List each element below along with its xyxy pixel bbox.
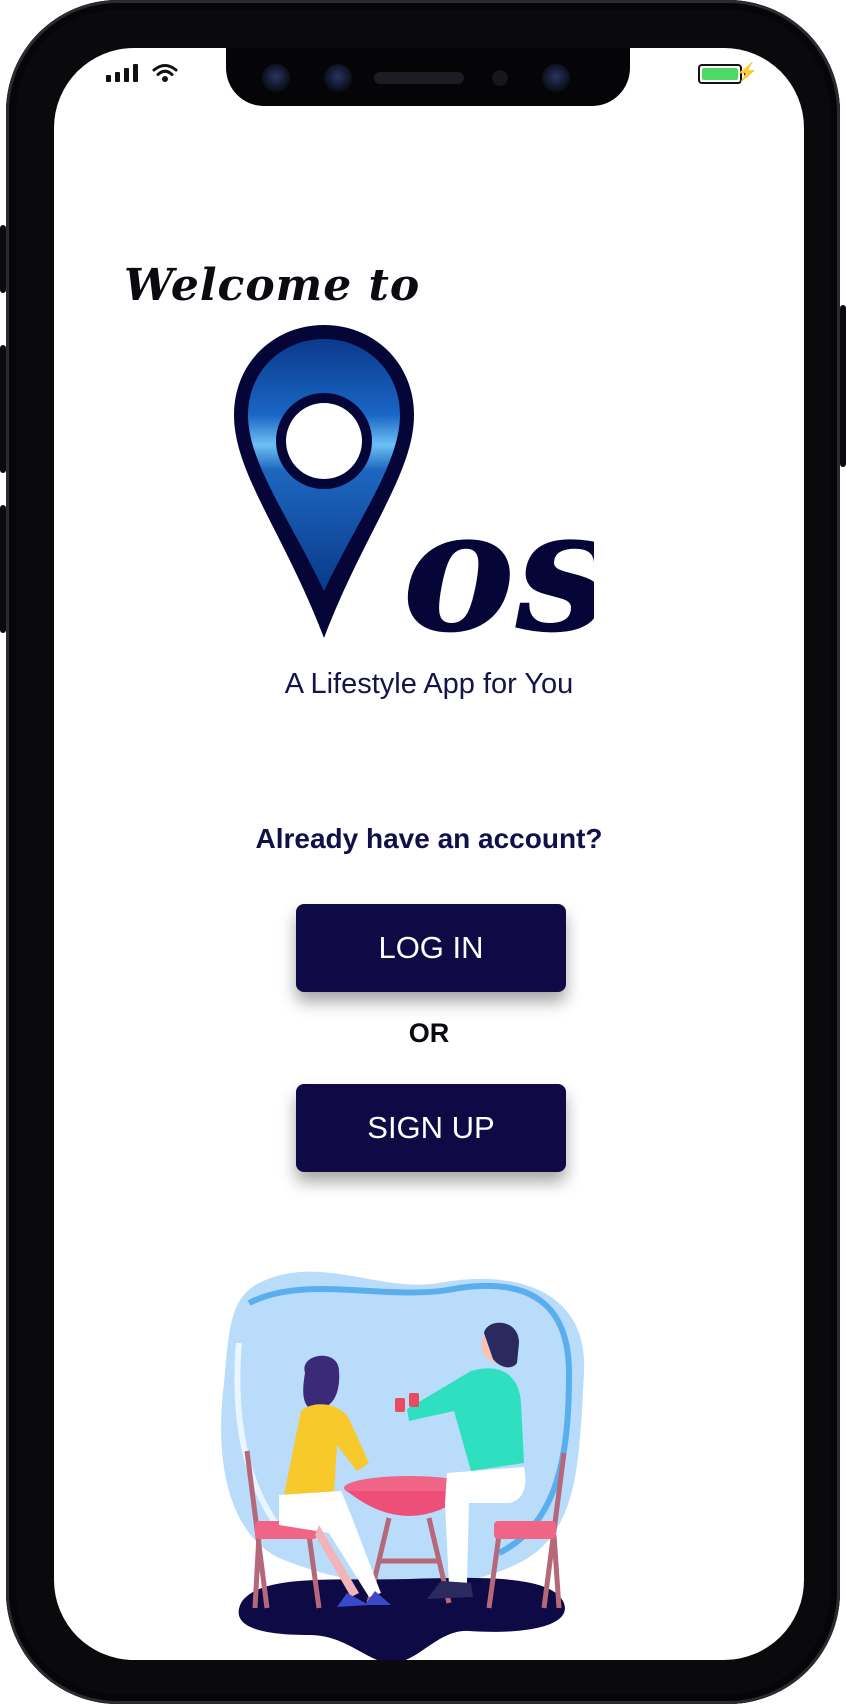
wifi-icon: [152, 64, 178, 82]
tagline: A Lifestyle App for You: [284, 668, 574, 700]
account-question: Already have an account?: [255, 823, 603, 854]
dining-couple-illustration: [221, 1271, 585, 1660]
app-logo: os: [234, 325, 594, 653]
volume-up-button: [0, 345, 6, 473]
or-separator: OR: [408, 1018, 450, 1048]
camera-lens: [542, 64, 570, 92]
camera-lens: [262, 64, 290, 92]
power-button: [840, 305, 846, 467]
map-pin-icon: [234, 325, 414, 638]
logo-text: os: [402, 471, 594, 653]
login-button[interactable]: LOG IN: [296, 904, 566, 992]
speaker-grille: [374, 72, 464, 84]
screen: ⚡ Welcome to os A Lifestyle App for You …: [54, 48, 804, 1660]
mute-switch: [0, 225, 6, 293]
volume-down-button: [0, 505, 6, 633]
welcome-heading: Welcome to: [124, 260, 421, 311]
signal-icon: [106, 64, 138, 82]
phone-frame: ⚡ Welcome to os A Lifestyle App for You …: [0, 0, 846, 1704]
notch: [226, 48, 630, 106]
sensor: [492, 70, 508, 86]
camera-lens: [324, 64, 352, 92]
signup-button[interactable]: SIGN UP: [296, 1084, 566, 1172]
charging-bolt-icon: ⚡: [735, 62, 758, 82]
